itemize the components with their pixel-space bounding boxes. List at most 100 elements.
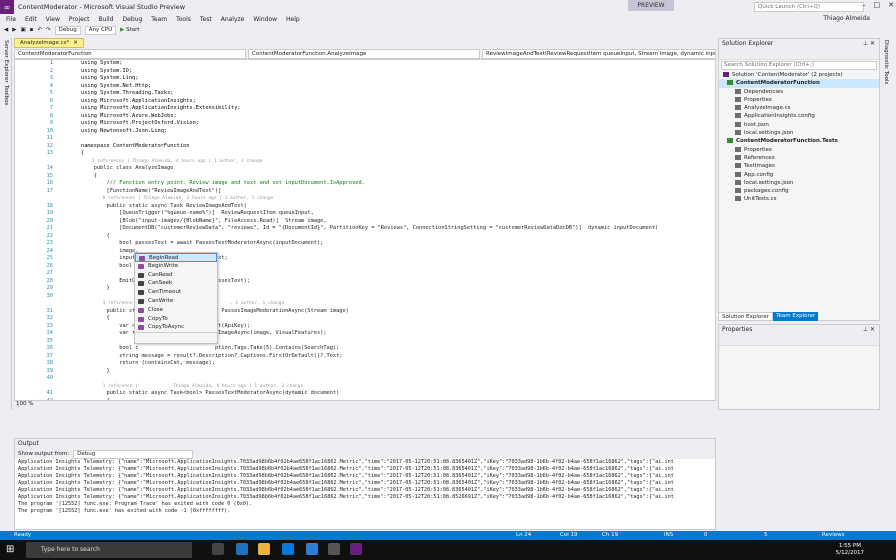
tree-item[interactable]: Solution 'ContentModerator' (2 projects) — [719, 71, 879, 79]
code-editor[interactable]: 1 using System; 2 using System.IO; 3 using Sy… — [14, 59, 716, 401]
close-tab-icon[interactable]: ✕ — [73, 40, 78, 46]
maximize-button[interactable]: □ — [874, 1, 881, 9]
code-line[interactable]: 30 — [15, 293, 715, 301]
toolbox-tab[interactable]: Toolbox — [3, 85, 9, 106]
menu-item[interactable]: Test — [200, 16, 212, 23]
class-dropdown[interactable]: ContentModeratorFunction.AnalyzeImage — [248, 49, 480, 59]
tree-item[interactable]: App.config — [719, 171, 879, 179]
completion-item[interactable]: BeginRead — [135, 253, 217, 262]
new-project-icon[interactable]: ▣ — [20, 27, 25, 33]
code-line[interactable]: 19 [QueueTrigger("%queue-name%")] Review… — [15, 210, 715, 218]
output-source-dropdown[interactable]: Debug — [73, 449, 194, 459]
menu-item[interactable]: File — [6, 16, 16, 23]
menu-item[interactable]: Help — [286, 16, 300, 23]
config-dropdown[interactable]: Debug — [54, 25, 81, 35]
code-line[interactable]: 20 [Blob("input-images/{BlobName}", File… — [15, 218, 715, 226]
code-line[interactable]: 13 { — [15, 150, 715, 158]
code-line[interactable]: 40 — [15, 375, 715, 383]
tree-item[interactable]: AnalyzeImage.cs — [719, 104, 879, 112]
visual-studio-taskbar-icon[interactable] — [350, 543, 362, 555]
code-line[interactable]: 32 { — [15, 315, 715, 323]
tree-item[interactable]: References — [719, 154, 879, 162]
tree-item[interactable]: TestImages — [719, 162, 879, 170]
tab-team-explorer[interactable]: Team Explorer — [773, 312, 819, 321]
solution-search-input[interactable]: Search Solution Explorer (Ctrl+;) — [721, 61, 877, 70]
windows-start-icon[interactable]: ⊞ — [6, 544, 14, 555]
quick-launch-input[interactable]: Quick Launch (Ctrl+Q) — [754, 2, 864, 12]
member-dropdown[interactable]: ReviewImageAndText(ReviewRequestItem que… — [482, 49, 716, 59]
code-line[interactable]: 28 EmitCu assesText); — [15, 278, 715, 286]
store-icon[interactable] — [282, 543, 294, 555]
save-icon[interactable]: ▪ — [30, 27, 34, 33]
codelens-info[interactable]: 2 references | Thiago Almeida, 4 hours a… — [81, 158, 263, 166]
code-line[interactable]: 34 var re nImageAsync(image, VisualFeatu… — [15, 330, 715, 338]
menu-item[interactable]: View — [46, 16, 60, 23]
menu-item[interactable]: Tools — [176, 16, 191, 23]
code-line[interactable]: 22 { — [15, 233, 715, 241]
server-explorer-tab[interactable]: Server Explorer — [3, 40, 9, 83]
tree-item[interactable]: local.settings.json — [719, 179, 879, 187]
code-line[interactable]: 21 [DocumentDB("customerReviewData", "re… — [15, 225, 715, 233]
tree-item[interactable]: ContentModeratorFunction.Tests — [719, 137, 879, 145]
codelens-info[interactable]: 0 references | Thiago Almeida, 4 hours a… — [81, 195, 274, 203]
menu-item[interactable]: Team — [151, 16, 167, 23]
code-line[interactable]: 27 — [15, 270, 715, 278]
code-line[interactable]: 5 using System.Threading.Tasks; — [15, 90, 715, 98]
completion-item[interactable]: CanSeek — [135, 279, 217, 288]
code-line[interactable]: 25 inputD ext; — [15, 255, 715, 263]
code-line[interactable]: 8 using Microsoft.Azure.WebJobs; — [15, 113, 715, 121]
status-up-count[interactable]: 0 — [704, 531, 708, 540]
tree-item[interactable]: local.settings.json — [719, 129, 879, 137]
code-line[interactable]: 1 reference , 1 author, 1 change — [15, 300, 715, 308]
code-line[interactable]: 1 using System; — [15, 60, 715, 68]
code-line[interactable]: 2 using System.IO; — [15, 68, 715, 76]
codelens-info[interactable]: 1 reference | Thiago Almeida, 4 hours ag… — [81, 383, 304, 391]
file-explorer-icon[interactable] — [258, 543, 270, 555]
code-line[interactable]: 39 } — [15, 368, 715, 376]
back-icon[interactable]: ◀ — [4, 27, 8, 33]
code-line[interactable]: 6 using Microsoft.ApplicationInsights; — [15, 98, 715, 106]
menu-item[interactable]: Debug — [123, 16, 143, 23]
code-line[interactable]: 35 — [15, 338, 715, 346]
code-line[interactable]: 11 — [15, 135, 715, 143]
project-dropdown[interactable]: ContentModeratorFunction — [14, 49, 246, 59]
start-button[interactable]: ▶ Start — [120, 27, 139, 33]
taskbar-search-input[interactable]: Type here to search — [26, 542, 192, 558]
code-line[interactable]: 18 public static async Task ReviewImageA… — [15, 203, 715, 211]
code-line[interactable]: 3 using System.Linq; — [15, 75, 715, 83]
code-line[interactable]: 1 reference | Thiago Almeida, 4 hours ag… — [15, 383, 715, 391]
tab-analyzeimage[interactable]: AnalyzeImage.cs* ✕ — [14, 38, 84, 48]
forward-icon[interactable]: ▶ — [12, 27, 16, 33]
code-line[interactable]: 15 { — [15, 173, 715, 181]
tree-item[interactable]: Properties — [719, 146, 879, 154]
menu-item[interactable]: Window — [253, 16, 277, 23]
menu-item[interactable]: Project — [69, 16, 90, 23]
pin-icon[interactable]: ⊥ ✕ — [863, 325, 875, 335]
zoom-level[interactable]: 100 % — [16, 401, 33, 409]
code-line[interactable]: 26 bool c — [15, 263, 715, 271]
code-line[interactable]: 31 public sta > PassesImageModerationAsy… — [15, 308, 715, 316]
completion-item[interactable]: BeginWrite — [135, 262, 217, 271]
code-line[interactable]: 36 bool c ption.Tags.Take(5).Contains(Se… — [15, 345, 715, 353]
output-text[interactable]: Application Insights Telemetry: {"name":… — [15, 459, 715, 529]
platform-dropdown[interactable]: Any CPU — [84, 25, 117, 35]
minimize-button[interactable]: – — [862, 1, 866, 9]
taskbar-clock[interactable]: 1:55 PM 5/12/2017 — [836, 543, 864, 557]
edge-icon[interactable] — [236, 543, 248, 555]
redo-icon[interactable]: ↷ — [46, 27, 51, 33]
code-line[interactable]: 12 namespace ContentModeratorFunction — [15, 143, 715, 151]
tree-item[interactable]: Dependencies — [719, 88, 879, 96]
tree-item[interactable]: ApplicationInsights.config — [719, 112, 879, 120]
terminal-icon[interactable] — [328, 543, 340, 555]
status-reviews[interactable]: Reviews — [822, 531, 845, 540]
code-line[interactable]: 17 [FunctionName("ReviewImageAndText")] — [15, 188, 715, 196]
close-button[interactable]: ✕ — [888, 1, 894, 9]
completion-item[interactable]: CopyToAsync — [135, 323, 217, 332]
completion-item[interactable]: CanRead — [135, 271, 217, 280]
tree-item[interactable]: ContentModeratorFunction — [719, 79, 879, 88]
completion-item[interactable]: CanWrite — [135, 297, 217, 306]
tab-solution-explorer[interactable]: Solution Explorer — [718, 312, 774, 321]
tree-item[interactable]: host.json — [719, 121, 879, 129]
code-line[interactable]: 14 public class AnalyzeImage — [15, 165, 715, 173]
code-line[interactable]: 33 var cl nt(ApiKey); — [15, 323, 715, 331]
